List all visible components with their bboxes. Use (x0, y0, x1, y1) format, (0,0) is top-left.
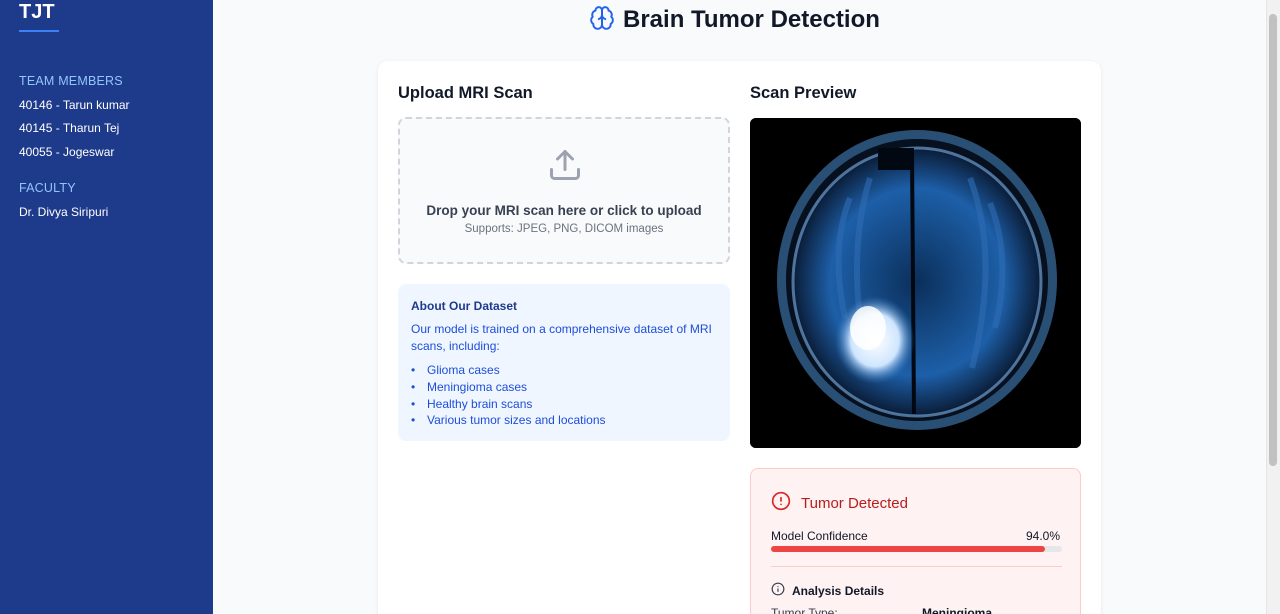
dataset-list-item: Glioma cases (411, 362, 606, 379)
result-header: Tumor Detected (771, 491, 908, 516)
faculty-heading: FACULTY (19, 181, 76, 195)
result-divider (771, 566, 1062, 567)
faculty-item: Dr. Divya Siripuri (19, 205, 109, 219)
dataset-list-item: Healthy brain scans (411, 396, 606, 413)
dropzone-subtext: Supports: JPEG, PNG, DICOM images (464, 223, 664, 235)
brand-underline (19, 30, 59, 32)
page-header: Brain Tumor Detection (589, 5, 880, 35)
analysis-header: Analysis Details (771, 582, 884, 599)
scrollbar-thumb[interactable] (1269, 14, 1277, 466)
upload-dropzone[interactable]: Drop your MRI scan here or click to uplo… (398, 117, 730, 264)
brain-icon (589, 5, 615, 36)
page-title: Brain Tumor Detection (623, 6, 880, 33)
dataset-info-panel: About Our Dataset Our model is trained o… (398, 284, 730, 441)
info-icon (771, 582, 785, 599)
team-member-item: 40146 - Tarun kumar (19, 98, 130, 112)
dataset-description: Our model is trained on a comprehensive … (411, 322, 712, 353)
dataset-title: About Our Dataset (411, 299, 518, 313)
alert-circle-icon (771, 491, 791, 516)
confidence-bar-fill (771, 546, 1045, 552)
result-panel: Tumor Detected Model Confidence 94.0% An… (750, 468, 1081, 614)
confidence-label: Model Confidence (771, 529, 868, 543)
page-scrollbar[interactable] (1266, 0, 1280, 614)
team-member-item: 40055 - Jogeswar (19, 145, 115, 159)
tumor-type-value: Meningioma (922, 606, 993, 614)
preview-heading: Scan Preview (750, 84, 857, 102)
confidence-bar (771, 546, 1062, 552)
dataset-list-item: Various tumor sizes and locations (411, 412, 606, 429)
confidence-value: 94.0% (1025, 529, 1060, 543)
team-members-heading: TEAM MEMBERS (19, 74, 123, 88)
team-member-item: 40145 - Tharun Tej (19, 121, 120, 135)
dataset-list-item: Meningioma cases (411, 379, 606, 396)
upload-icon (547, 147, 583, 188)
tumor-type-label: Tumor Type: (771, 606, 838, 614)
brand-logo[interactable]: TJT (19, 0, 55, 24)
upload-heading: Upload MRI Scan (398, 84, 533, 102)
dataset-list: Glioma cases Meningioma cases Healthy br… (411, 362, 606, 429)
result-title: Tumor Detected (801, 495, 908, 512)
scan-preview-image (750, 118, 1081, 448)
dropzone-text: Drop your MRI scan here or click to uplo… (426, 203, 702, 218)
sidebar: TJT TEAM MEMBERS 40146 - Tarun kumar 401… (0, 0, 213, 614)
analysis-label: Analysis Details (792, 583, 885, 598)
